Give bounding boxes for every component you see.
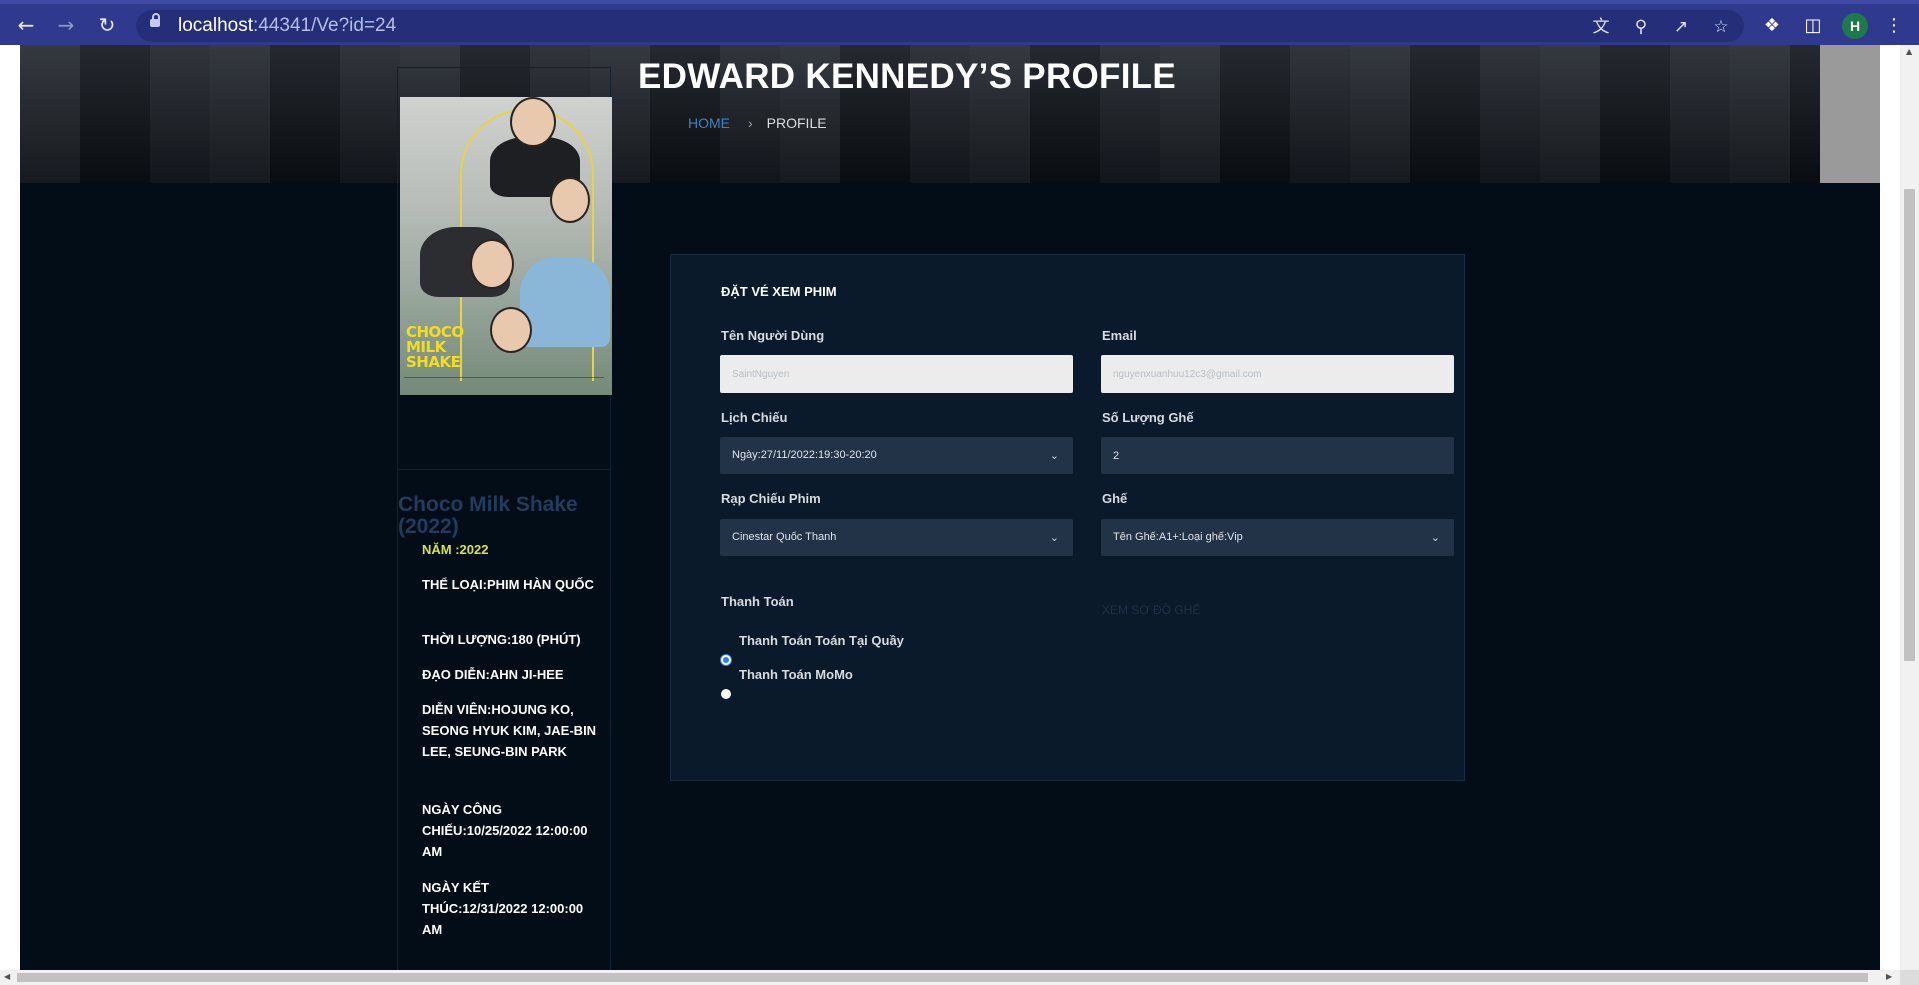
movie-cast: DIỄN VIÊN:HOJUNG KO, SEONG HYUK KIM, JAE…: [422, 702, 597, 759]
seat-select[interactable]: Tên Ghế:A1+:Loại ghế:Vip ⌄: [1101, 519, 1454, 556]
movie-title: Choco Milk Shake (2022): [398, 493, 578, 538]
scroll-up-icon[interactable]: ▲: [1906, 47, 1912, 56]
breadcrumb-current: PROFILE: [766, 115, 827, 131]
seat-map-link[interactable]: XEM SƠ ĐỒ GHẾ: [1102, 603, 1200, 617]
username-field[interactable]: [720, 355, 1073, 393]
page-viewport: EDWARD KENNEDY’S PROFILE HOME › PROFILE CH…: [0, 45, 1900, 970]
seat-count-label: Số Lượng Ghế: [1102, 410, 1194, 425]
email-label: Email: [1102, 328, 1137, 343]
poster-face: [470, 239, 514, 289]
breadcrumb: HOME › PROFILE: [688, 115, 827, 131]
poster-face: [490, 307, 532, 353]
payment-momo-radio[interactable]: [721, 689, 731, 699]
chevron-down-icon: ⌄: [1430, 531, 1440, 544]
side-panel-icon[interactable]: ◫: [1801, 14, 1825, 38]
scrollbar-corner: [1900, 970, 1919, 985]
horizontal-scroll-thumb[interactable]: [17, 973, 1868, 982]
chevron-right-icon: ›: [748, 115, 753, 131]
horizontal-scrollbar[interactable]: ◀ ▶: [0, 970, 1900, 985]
username-label: Tên Người Dùng: [721, 328, 825, 343]
forward-arrow-icon[interactable]: →: [54, 13, 78, 37]
chevron-down-icon: ⌄: [1049, 449, 1059, 462]
poster-figure: [520, 257, 610, 347]
lock-icon[interactable]: [150, 13, 160, 27]
movie-end-date: NGÀY KẾT THÚC:12/31/2022 12:00:00 AM: [422, 880, 584, 937]
booking-title: ĐẶT VÉ XEM PHIM: [721, 284, 837, 299]
cinema-value: Cinestar Quốc Thanh: [732, 531, 837, 543]
sidebar-divider: [397, 469, 611, 470]
schedule-value: Ngày:27/11/2022:19:30-20:20: [732, 449, 877, 461]
schedule-label: Lịch Chiếu: [721, 410, 788, 425]
poster-logo: CHOCO MILK SHAKE: [406, 323, 464, 371]
hero-edge: [1820, 45, 1880, 183]
payment-momo-label[interactable]: Thanh Toán MoMo: [739, 667, 853, 682]
movie-poster[interactable]: CHOCO MILK SHAKE: [400, 97, 612, 395]
scroll-left-icon[interactable]: ◀: [4, 972, 10, 981]
back-arrow-icon[interactable]: ←: [14, 13, 38, 37]
vertical-scrollbar[interactable]: ▲: [1900, 45, 1919, 970]
movie-year: NĂM :2022: [422, 542, 489, 557]
browser-toolbar: ← → ↻ localhost:44341/Ve?id=24 文 ⚲ ↗ ☆ ❖…: [0, 0, 1919, 45]
cinema-label: Rạp Chiếu Phim: [721, 491, 821, 506]
cinema-select[interactable]: Cinestar Quốc Thanh ⌄: [720, 519, 1073, 556]
schedule-select[interactable]: Ngày:27/11/2022:19:30-20:20 ⌄: [720, 437, 1073, 474]
translate-icon[interactable]: 文: [1590, 16, 1612, 38]
extensions-icon[interactable]: ❖: [1760, 14, 1784, 38]
payment-counter-radio[interactable]: [721, 655, 731, 665]
seat-value: Tên Ghế:A1+:Loại ghế:Vip: [1113, 531, 1243, 543]
movie-genre: THỂ LOẠI:PHIM HÀN QUỐC: [422, 577, 594, 592]
poster-face: [550, 177, 590, 223]
poster-face: [510, 97, 556, 147]
scroll-right-icon[interactable]: ▶: [1886, 972, 1892, 981]
breadcrumb-home-link[interactable]: HOME: [688, 115, 730, 131]
vertical-scroll-thumb[interactable]: [1904, 189, 1915, 661]
email-field[interactable]: [1101, 355, 1454, 393]
poster-credits: [404, 377, 604, 386]
payment-counter-label[interactable]: Thanh Toán Toán Tại Quầy: [739, 633, 904, 648]
payment-label: Thanh Toán: [721, 594, 794, 609]
share-icon[interactable]: ↗: [1670, 16, 1692, 38]
address-bar[interactable]: localhost:44341/Ve?id=24 文 ⚲ ↗ ☆: [136, 10, 1744, 42]
zoom-icon[interactable]: ⚲: [1630, 16, 1652, 38]
movie-duration: THỜI LƯỢNG:180 (PHÚT): [422, 632, 581, 647]
seat-label: Ghế: [1102, 491, 1128, 506]
chevron-down-icon: ⌄: [1049, 531, 1059, 544]
reload-icon[interactable]: ↻: [95, 13, 119, 37]
menu-kebab-icon[interactable]: ⋮: [1882, 14, 1906, 38]
movie-release-date: NGÀY CÔNG CHIẾU:10/25/2022 12:00:00 AM: [422, 802, 588, 859]
avatar[interactable]: H: [1842, 13, 1868, 39]
url-text[interactable]: localhost:44341/Ve?id=24: [178, 15, 396, 37]
star-icon[interactable]: ☆: [1710, 16, 1732, 38]
movie-director: ĐẠO DIỄN:AHN JI-HEE: [422, 667, 564, 682]
page-title: EDWARD KENNEDY’S PROFILE: [638, 57, 1177, 96]
seat-count-field[interactable]: [1101, 437, 1454, 474]
